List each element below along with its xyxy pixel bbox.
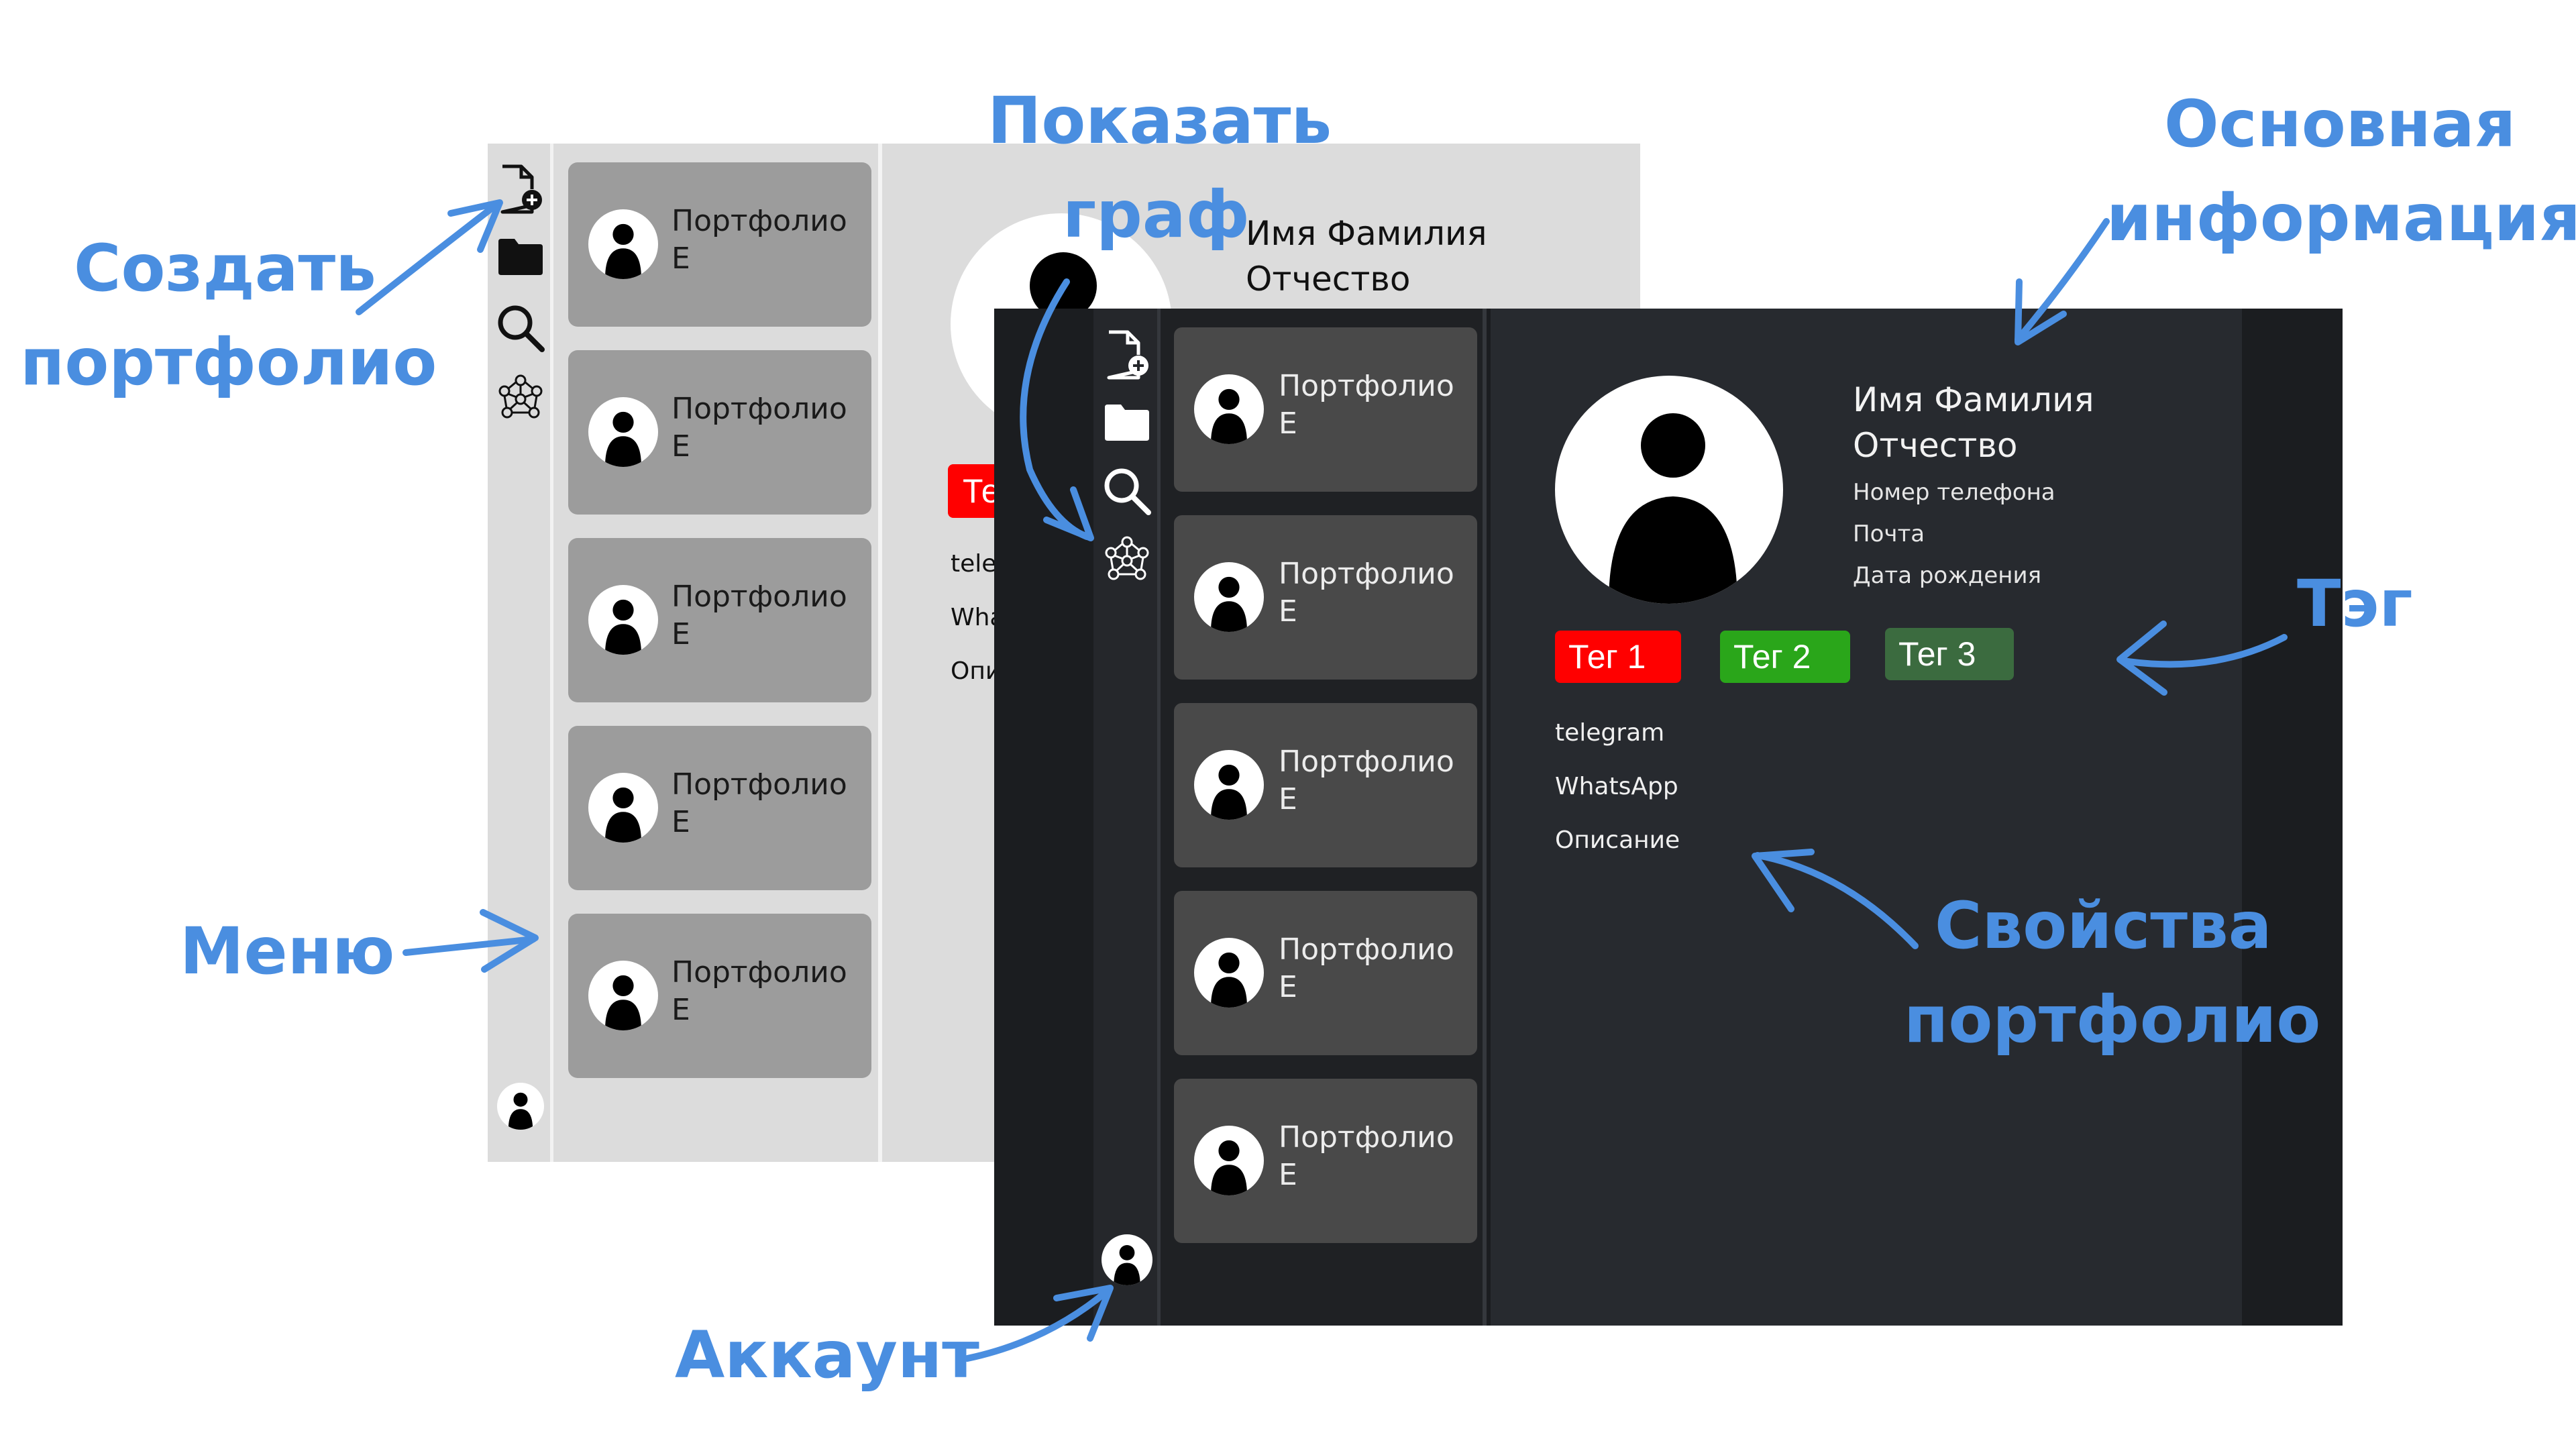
annotation-properties-line2: портфолио [1904, 982, 2321, 1057]
avatar [588, 773, 658, 843]
graph-icon[interactable] [494, 372, 547, 424]
search-icon[interactable] [1100, 464, 1154, 518]
portfolio-list-item[interactable]: Портфолио Е [568, 162, 871, 327]
portfolio-list-item[interactable]: Портфолио Е [1174, 515, 1477, 680]
account-avatar[interactable] [497, 1083, 544, 1130]
avatar [1194, 938, 1264, 1008]
dark-portfolio-list: Портфолио Е Портфолио Е Портфолио Е Портфол… [1161, 309, 1487, 1326]
portfolio-list-item[interactable]: Портфолио Е [1174, 703, 1477, 867]
phone-field: Номер телефона [1853, 479, 2055, 506]
portfolio-title: Портфолио Е [1279, 745, 1454, 816]
avatar [1194, 374, 1264, 444]
graph-icon[interactable] [1100, 533, 1154, 586]
email-field: Почта [1853, 521, 1925, 547]
annotation-show-graph-line2: граф [1063, 177, 1250, 252]
property-telegram: tele [951, 550, 997, 578]
light-sidebar [488, 144, 553, 1162]
avatar [1194, 750, 1264, 820]
portfolio-title: Портфолио Е [1279, 369, 1454, 441]
portfolio-title: Портфолио Е [672, 580, 847, 651]
annotation-create-portfolio-line1: Создать [74, 231, 376, 306]
annotation-menu: Меню [180, 914, 395, 989]
portfolio-title: Портфолио Е [1279, 932, 1454, 1004]
profile-name: Имя Фамилия Отчество [1853, 380, 2094, 465]
light-portfolio-list: Портфолио Е Портфолио Е Портфолио Е Портфол… [553, 144, 882, 1162]
portfolio-title: Портфолио Е [672, 955, 847, 1027]
annotation-main-info-line1: Основная [2164, 87, 2516, 162]
birthdate-field: Дата рождения [1853, 562, 2042, 589]
portfolio-list-item[interactable]: Портфолио Е [568, 914, 871, 1078]
portfolio-list-item[interactable]: Портфолио Е [1174, 327, 1477, 492]
avatar [588, 397, 658, 467]
arrow-create-portfolio [356, 201, 500, 315]
portfolio-title: Портфолио Е [672, 767, 847, 839]
folder-icon[interactable] [494, 231, 547, 283]
property-description: Опи [951, 657, 1002, 685]
annotation-tag: Тэг [2297, 566, 2413, 641]
avatar [588, 209, 658, 279]
account-avatar[interactable] [1102, 1234, 1152, 1285]
avatar [1194, 1126, 1264, 1195]
portfolio-detail-pane: Имя Фамилия Отчество Номер телефона Почта… [1491, 309, 2242, 1326]
tag-badge-3[interactable]: Тег 3 [1885, 628, 2014, 680]
dark-sidebar [1093, 309, 1161, 1326]
folder-icon[interactable] [1100, 396, 1154, 449]
property-whatsapp[interactable]: WhatsApp [1555, 773, 1678, 800]
create-document-icon[interactable] [1100, 329, 1154, 382]
tag-badge-1[interactable]: Тег 1 [1555, 631, 1681, 683]
portfolio-list-item[interactable]: Портфолио Е [568, 538, 871, 702]
portfolio-list-item[interactable]: Портфолио Е [568, 350, 871, 515]
portfolio-list-item[interactable]: Портфолио Е [1174, 891, 1477, 1055]
property-telegram[interactable]: telegram [1555, 719, 1664, 747]
portfolio-list-item[interactable]: Портфолио Е [568, 726, 871, 890]
avatar [588, 585, 658, 655]
tag-badge-2[interactable]: Тег 2 [1720, 631, 1850, 683]
search-icon[interactable] [494, 302, 547, 354]
create-document-icon[interactable] [494, 164, 547, 216]
profile-avatar [1555, 376, 1783, 604]
annotation-show-graph-line1: Показать [987, 83, 1332, 158]
portfolio-title: Портфолио Е [672, 392, 847, 464]
portfolio-title: Портфолио Е [1279, 1120, 1454, 1192]
annotation-main-info-line2: информация [2106, 180, 2576, 256]
dark-theme-window: Портфолио Е Портфолио Е Портфолио Е Портфол… [994, 309, 2343, 1326]
annotation-create-portfolio-line2: портфолио [20, 325, 437, 400]
avatar [588, 961, 658, 1030]
portfolio-title: Портфолио Е [672, 204, 847, 276]
portfolio-title: Портфолио Е [1279, 557, 1454, 629]
annotation-properties-line1: Свойства [1935, 888, 2272, 963]
property-description[interactable]: Описание [1555, 826, 1680, 854]
profile-name: Имя Фамилия Отчество [1246, 214, 1487, 299]
annotation-account: Аккаунт [675, 1318, 979, 1393]
avatar [1194, 562, 1264, 632]
portfolio-list-item[interactable]: Портфолио Е [1174, 1079, 1477, 1243]
